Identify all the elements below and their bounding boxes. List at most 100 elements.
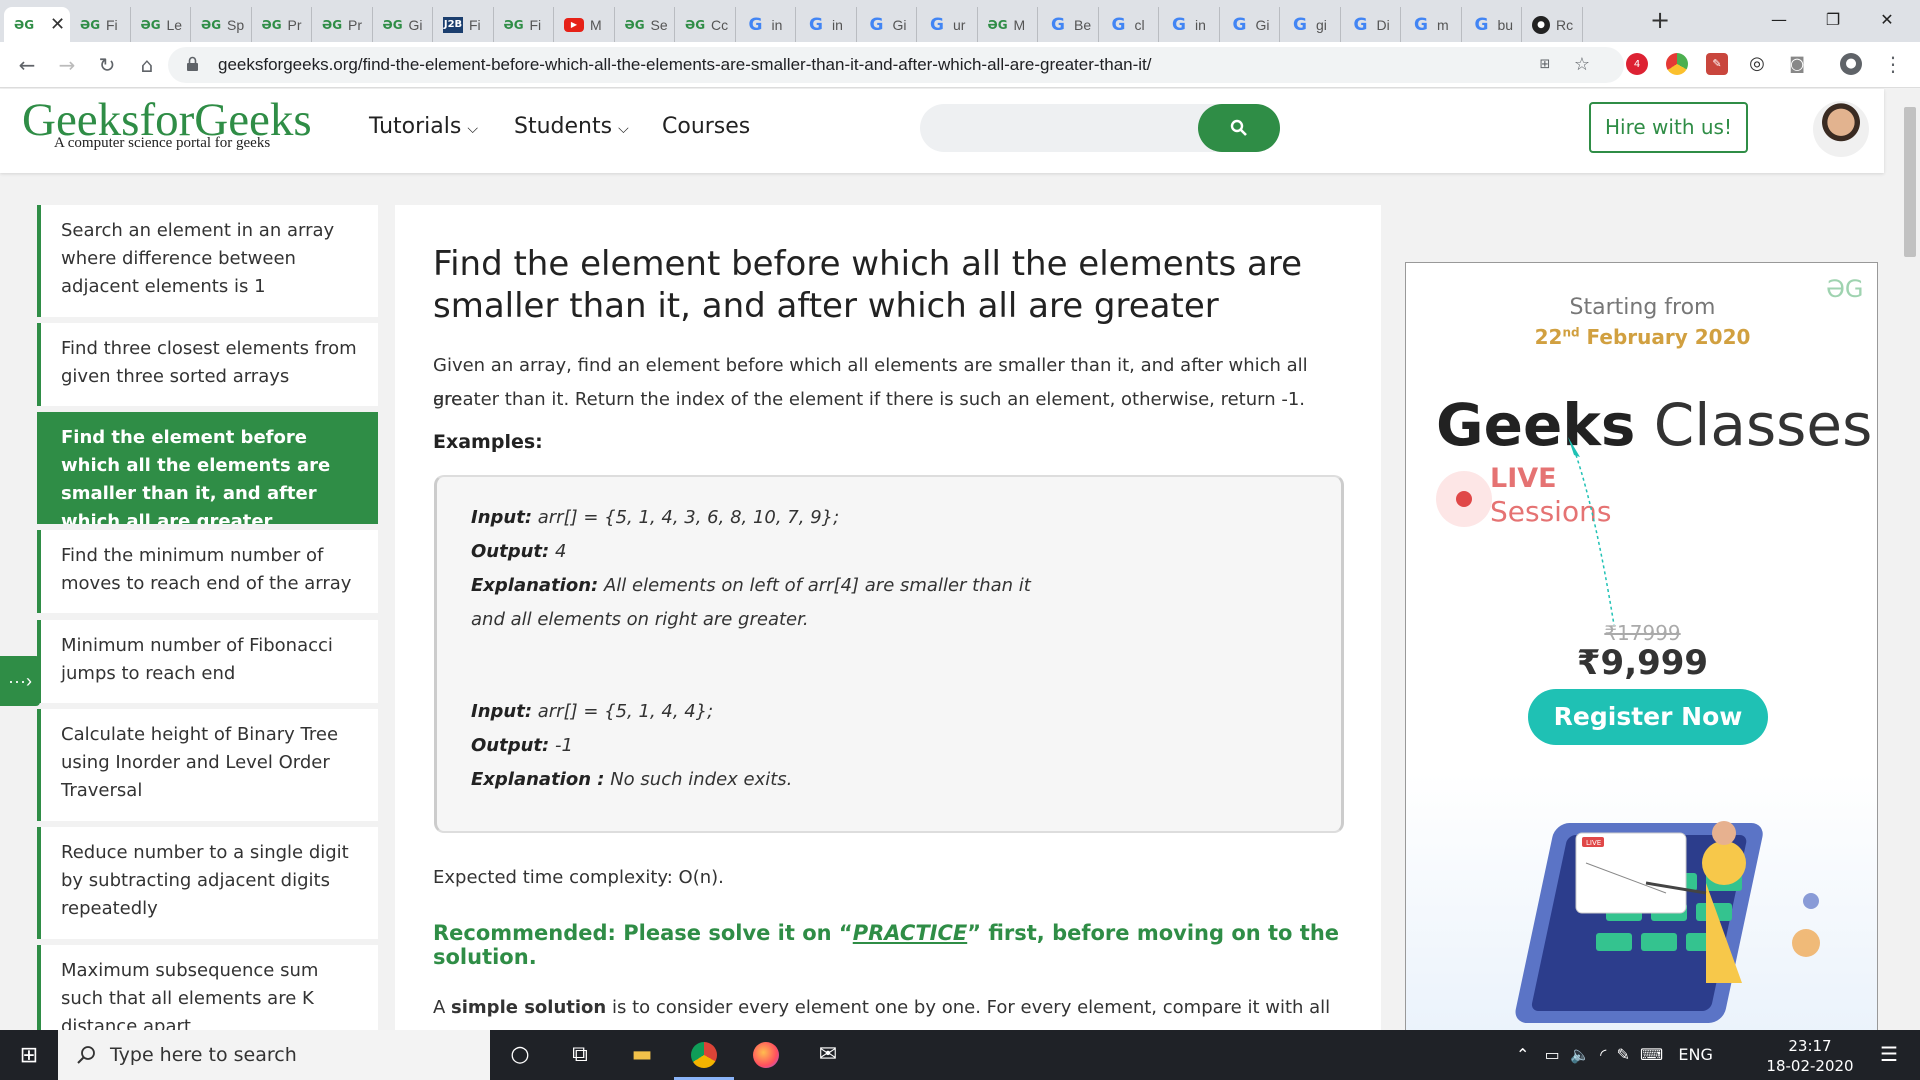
browser-tab[interactable]: ƏG Pr [252, 7, 312, 42]
color-extension-icon[interactable] [1666, 53, 1688, 75]
camera-icon[interactable]: ◙ [1786, 53, 1808, 75]
browser-tab[interactable]: Gin [1159, 7, 1220, 42]
task-view-icon[interactable]: ⧉ [550, 1030, 610, 1080]
sidebar-item[interactable]: Search an element in an array where diff… [37, 205, 378, 317]
mail-taskbar-icon[interactable]: ✉ [798, 1030, 858, 1080]
browser-tab[interactable]: ƏG Le [131, 7, 191, 42]
sidebar-item[interactable]: Minimum number of Fibonacci jumps to rea… [37, 620, 378, 703]
browser-tab[interactable]: Gin [796, 7, 857, 42]
cortana-icon[interactable]: ○ [490, 1030, 550, 1080]
browser-tab[interactable]: ƏG Gi [373, 7, 433, 42]
taskbar-search-box[interactable]: Type here to search [58, 1030, 490, 1080]
browser-tab[interactable]: ƏG Fi [70, 7, 131, 42]
sidebar-item[interactable]: Maximum subsequence sum such that all el… [37, 945, 378, 1030]
page-scrollbar[interactable] [1900, 89, 1920, 1030]
ad-date-day: 22 [1534, 325, 1563, 349]
youtube-icon: ▶ [564, 17, 584, 32]
browser-tab[interactable]: ƏG Cc [675, 7, 736, 42]
chevron-up-icon[interactable]: ⌃ [1516, 1045, 1529, 1064]
browser-tab[interactable]: ƏG M [978, 7, 1038, 42]
browser-tab[interactable]: Gbu [1462, 7, 1522, 42]
reload-icon[interactable]: ↻ [92, 50, 122, 80]
browser-tab[interactable]: ƏG Sp [191, 7, 252, 42]
scrollbar-thumb[interactable] [1904, 107, 1916, 257]
example1-input: Input: arr[] = {5, 1, 4, 3, 6, 8, 10, 7,… [471, 501, 839, 535]
sidebar-item[interactable]: Find the element before which all the el… [37, 412, 378, 524]
menu-tutorials[interactable]: Tutorials ⌵ [369, 114, 478, 139]
firefox-taskbar-icon[interactable] [736, 1030, 796, 1080]
windows-start-icon[interactable]: ⊞ [0, 1030, 58, 1080]
browser-tab[interactable]: G Gi [1220, 7, 1280, 42]
geeks-classes-ad[interactable]: ƏG Starting from 22nd February 2020 Geek… [1405, 262, 1878, 1040]
volume-icon[interactable]: 🔈 [1570, 1045, 1590, 1064]
live-dot-icon [1436, 471, 1492, 527]
menu-courses[interactable]: Courses [662, 114, 750, 139]
menu-students[interactable]: Students ⌵ [514, 114, 629, 139]
site-tagline: A computer science portal for geeks [54, 135, 271, 151]
ad-starting-text: Starting from [1569, 295, 1716, 320]
url-text: geeksforgeeks.org/find-the-element-befor… [218, 55, 1152, 74]
home-icon[interactable]: ⌂ [132, 50, 162, 80]
battery-icon[interactable]: ▭ [1545, 1045, 1560, 1064]
sidebar-item[interactable]: Find three closest elements from given t… [37, 323, 378, 406]
address-bar[interactable]: geeksforgeeks.org/find-the-element-befor… [168, 47, 1624, 83]
browser-tab[interactable]: ƏG Pr [312, 7, 373, 42]
sidebar-item[interactable]: Calculate height of Binary Tree using In… [37, 709, 378, 821]
hire-button[interactable]: Hire with us! [1589, 102, 1748, 153]
browser-tab[interactable]: ● Rc [1522, 7, 1583, 42]
example1-output: Output: 4 [471, 535, 566, 569]
forward-icon[interactable]: → [52, 50, 82, 80]
browser-tab[interactable]: ƏG Fi [494, 7, 554, 42]
chrome-taskbar-icon[interactable] [674, 1030, 734, 1080]
gfg-icon: ƏG [987, 17, 1008, 32]
close-window-button[interactable]: ✕ [1864, 0, 1910, 40]
extension-icon[interactable]: 4 [1626, 53, 1648, 75]
gfg-icon: ƏG [261, 17, 282, 32]
file-explorer-icon[interactable]: ▬ [612, 1030, 672, 1080]
practice-link[interactable]: PRACTICE [853, 921, 967, 945]
bookmark-star-icon[interactable]: ☆ [1571, 54, 1593, 76]
example2-output: Output: -1 [471, 729, 573, 763]
keyboard-icon[interactable]: ⌨ [1640, 1045, 1663, 1064]
browser-tab[interactable]: ▶ M [554, 7, 615, 42]
examples-heading: Examples: [433, 431, 543, 453]
browser-tab[interactable]: Gcl [1099, 7, 1159, 42]
language-indicator[interactable]: ENG [1678, 1045, 1712, 1064]
google-icon: G [1414, 14, 1428, 35]
browser-tab[interactable]: J2B Fi [433, 7, 494, 42]
minimize-button[interactable]: — [1756, 0, 1802, 40]
tab-title: Gi [408, 16, 423, 33]
browser-menu-icon[interactable]: ⋮ [1882, 53, 1904, 75]
site-search-button[interactable] [1198, 104, 1280, 152]
pen-icon[interactable]: ✎ [1616, 1045, 1629, 1064]
example1-explanation-line-2: and all elements on right are greater. [471, 609, 809, 630]
profile-icon[interactable]: ● [1840, 53, 1862, 75]
browser-tab[interactable]: ƏG Se [615, 7, 675, 42]
browser-tab[interactable]: Gin [736, 7, 796, 42]
notification-center-icon[interactable]: ☰ [1864, 1030, 1914, 1080]
pdf-extension-icon[interactable]: ✎ [1706, 53, 1728, 75]
user-avatar[interactable] [1813, 101, 1869, 157]
browser-tab[interactable]: G Gi [857, 7, 917, 42]
register-now-button[interactable]: Register Now [1528, 689, 1768, 745]
translate-icon[interactable]: ⊞ [1534, 54, 1556, 76]
clock-date: 18-02-2020 [1766, 1057, 1854, 1075]
wifi-icon[interactable]: ◜ [1600, 1045, 1606, 1064]
browser-tab[interactable]: G Be [1038, 7, 1099, 42]
sidebar-toggle-button[interactable]: ···› [0, 656, 40, 706]
sidebar-item[interactable]: Reduce number to a single digit by subtr… [37, 827, 378, 939]
restore-button[interactable]: ❐ [1810, 0, 1856, 40]
close-icon[interactable]: ✕ [50, 14, 65, 35]
sidebar-item[interactable]: Find the minimum number of moves to reac… [37, 530, 378, 613]
cast-icon[interactable]: ◎ [1746, 53, 1768, 75]
taskbar-clock[interactable]: 23:17 18-02-2020 [1760, 1036, 1860, 1076]
browser-tab[interactable]: Ggi [1280, 7, 1341, 42]
browser-tab[interactable]: Gm [1401, 7, 1462, 42]
browser-tab[interactable]: Gur [917, 7, 978, 42]
back-icon[interactable]: ← [12, 50, 42, 80]
new-tab-button[interactable]: + [1637, 0, 1683, 40]
browser-tab[interactable]: ƏG ✕ [4, 7, 70, 42]
tab-title: Fi [469, 16, 481, 33]
browser-tab[interactable]: G Di [1341, 7, 1401, 42]
tab-title: M [1013, 16, 1026, 33]
